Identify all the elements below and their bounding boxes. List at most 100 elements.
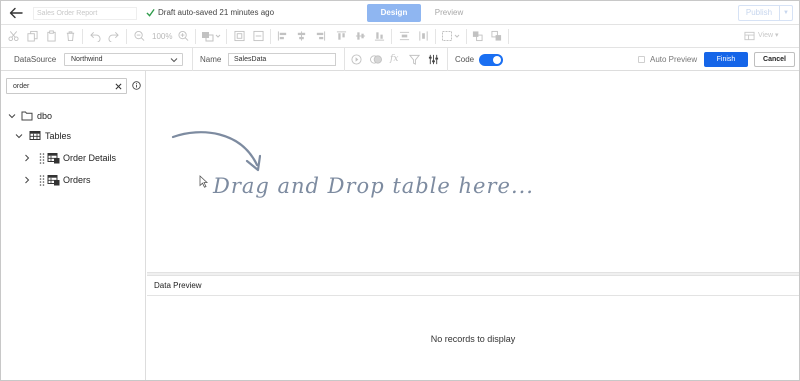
data-preview-grid: No records to display bbox=[147, 297, 799, 380]
chevron-down-icon[interactable] bbox=[8, 112, 16, 120]
design-toolbar: 100% View ▾ bbox=[1, 25, 799, 48]
tree-node-label: Tables bbox=[45, 131, 72, 141]
mode-tabs: Design Preview bbox=[367, 4, 477, 22]
data-preview-title: Data Preview bbox=[154, 281, 202, 290]
tree-node-label: Orders bbox=[63, 175, 91, 185]
cut-icon[interactable] bbox=[8, 30, 19, 42]
name-label: Name bbox=[200, 55, 222, 64]
info-icon[interactable] bbox=[132, 81, 141, 90]
align-middle-icon[interactable] bbox=[355, 30, 366, 42]
schema-panel: order dbo Tables Order Details Orders bbox=[1, 71, 146, 380]
align-left-icon[interactable] bbox=[277, 30, 288, 42]
properties-separator bbox=[192, 48, 193, 71]
properties-separator bbox=[344, 48, 345, 71]
datasource-value: Northwind bbox=[71, 56, 103, 63]
zoom-level[interactable]: 100% bbox=[152, 32, 172, 42]
close-icon[interactable] bbox=[115, 83, 122, 90]
finish-button[interactable]: Finish bbox=[704, 52, 748, 67]
drag-handle-icon[interactable] bbox=[39, 152, 45, 164]
toolbar-separator bbox=[126, 29, 127, 44]
search-value: order bbox=[13, 83, 30, 90]
drag-handle-icon[interactable] bbox=[39, 174, 45, 186]
zoom-in-icon[interactable] bbox=[178, 30, 189, 42]
toolbar-separator bbox=[508, 29, 509, 44]
report-name-input[interactable]: Sales Order Report bbox=[33, 7, 137, 20]
table-search-input[interactable]: order bbox=[6, 78, 127, 94]
view-icon[interactable] bbox=[744, 30, 755, 42]
join-icon[interactable] bbox=[369, 54, 383, 65]
table-icon bbox=[47, 175, 60, 186]
settings-sliders-icon[interactable] bbox=[428, 54, 439, 65]
view-dropdown-button[interactable]: View ▾ bbox=[758, 31, 779, 41]
toolbar-separator bbox=[226, 29, 227, 44]
align-top-icon[interactable] bbox=[336, 30, 347, 42]
redo-icon[interactable] bbox=[108, 30, 119, 42]
tree-node-label: Order Details bbox=[63, 153, 117, 163]
autosave-status: Draft auto-saved 21 minutes ago bbox=[158, 8, 275, 17]
folder-icon bbox=[21, 111, 33, 121]
mouse-cursor-icon bbox=[199, 175, 208, 188]
tab-design[interactable]: Design bbox=[367, 4, 421, 22]
bring-to-front-icon[interactable] bbox=[472, 30, 483, 42]
tree-node-label: dbo bbox=[37, 111, 53, 121]
query-design-canvas[interactable]: Drag and Drop table here... bbox=[147, 71, 799, 274]
undo-icon[interactable] bbox=[90, 30, 101, 42]
header-bar: Sales Order Report Draft auto-saved 21 m… bbox=[1, 1, 799, 25]
tab-preview[interactable]: Preview bbox=[421, 4, 477, 22]
filter-icon[interactable] bbox=[409, 54, 420, 65]
publish-button[interactable]: Publish bbox=[738, 5, 780, 21]
toolbar-separator bbox=[391, 29, 392, 44]
drop-hint: Drag and Drop table here... bbox=[213, 174, 534, 198]
chevron-down-icon[interactable] bbox=[15, 132, 23, 140]
toolbar-separator bbox=[270, 29, 271, 44]
size-to-grid-icon[interactable] bbox=[253, 30, 264, 42]
back-arrow-icon[interactable] bbox=[9, 6, 23, 20]
delete-icon[interactable] bbox=[65, 30, 76, 42]
toolbar-separator bbox=[195, 29, 196, 44]
align-center-icon[interactable] bbox=[296, 30, 307, 42]
distribute-vertical-icon[interactable] bbox=[418, 30, 429, 42]
chevron-down-icon bbox=[170, 58, 178, 63]
view-label: View bbox=[758, 32, 774, 39]
paste-icon[interactable] bbox=[46, 30, 57, 42]
toolbar-separator bbox=[466, 29, 467, 44]
tree-node-orders[interactable]: Orders bbox=[1, 173, 145, 187]
chevron-right-icon[interactable] bbox=[23, 154, 31, 162]
datasource-select[interactable]: Northwind bbox=[64, 53, 183, 66]
toolbar-separator bbox=[435, 29, 436, 44]
datasource-label: DataSource bbox=[14, 55, 57, 64]
check-icon bbox=[146, 8, 155, 17]
tree-node-order-details[interactable]: Order Details bbox=[1, 151, 145, 165]
cancel-button[interactable]: Cancel bbox=[754, 52, 795, 67]
toggle-knob bbox=[493, 56, 501, 64]
properties-separator bbox=[447, 48, 448, 71]
tree-node-tables[interactable]: Tables bbox=[1, 129, 145, 143]
run-query-icon[interactable] bbox=[351, 54, 362, 65]
curved-arrow-icon bbox=[171, 131, 261, 172]
insert-item-icon[interactable] bbox=[201, 30, 221, 42]
align-to-grid-icon[interactable] bbox=[234, 30, 245, 42]
auto-preview-label: Auto Preview bbox=[650, 55, 698, 64]
align-right-icon[interactable] bbox=[315, 30, 326, 42]
code-toggle[interactable] bbox=[479, 54, 503, 66]
code-label: Code bbox=[455, 55, 475, 64]
table-icon bbox=[47, 153, 60, 164]
table-icon bbox=[29, 131, 41, 140]
align-bottom-icon[interactable] bbox=[374, 30, 385, 42]
toolbar-separator bbox=[82, 29, 83, 44]
send-to-back-icon[interactable] bbox=[491, 30, 502, 42]
app-window: Sales Order Report Draft auto-saved 21 m… bbox=[0, 0, 800, 381]
zoom-out-icon[interactable] bbox=[134, 30, 145, 42]
copy-icon[interactable] bbox=[27, 30, 38, 42]
expression-icon[interactable]: fx bbox=[390, 54, 401, 65]
auto-preview-checkbox[interactable] bbox=[638, 56, 645, 63]
properties-bar: DataSource Northwind Name SalesData fx C… bbox=[1, 48, 799, 71]
dataset-name-input[interactable]: SalesData bbox=[228, 53, 336, 66]
distribute-horizontal-icon[interactable] bbox=[399, 30, 410, 42]
publish-dropdown-button[interactable]: ▼ bbox=[780, 5, 793, 21]
chevron-right-icon[interactable] bbox=[23, 176, 31, 184]
tree-node-dbo[interactable]: dbo bbox=[1, 109, 145, 123]
data-preview-header: Data Preview bbox=[147, 276, 799, 296]
empty-message: No records to display bbox=[430, 334, 516, 344]
size-options-icon[interactable] bbox=[441, 30, 461, 42]
